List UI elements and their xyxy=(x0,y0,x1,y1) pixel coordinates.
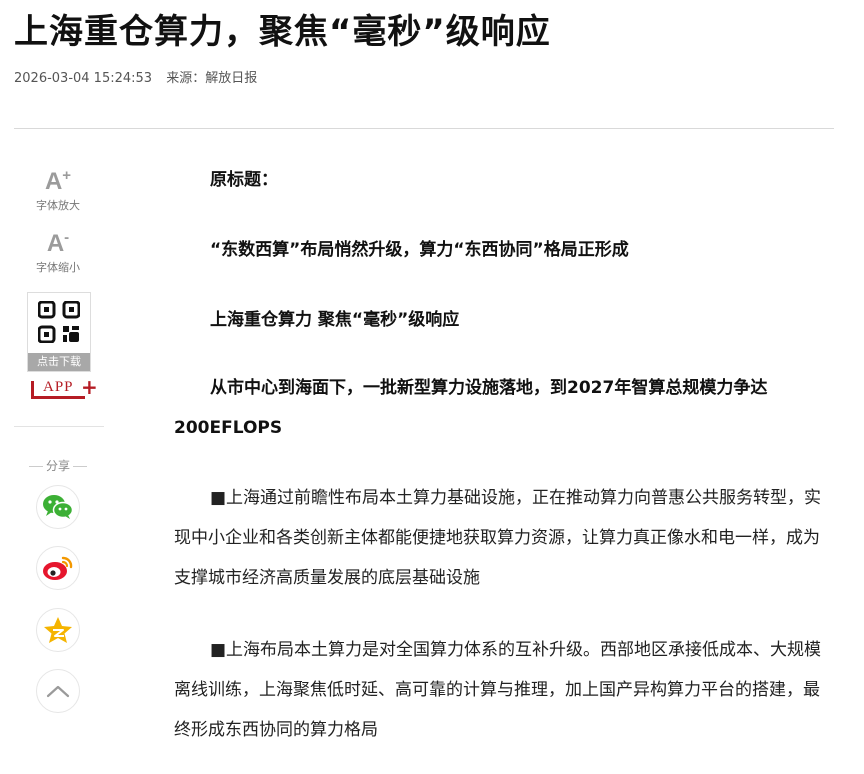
share-qzone-button[interactable] xyxy=(36,608,80,652)
wechat-icon xyxy=(43,495,74,519)
article-meta: 2026-03-04 15:24:53 来源：解放日报 xyxy=(14,67,257,86)
font-increase-icon: A+ xyxy=(44,167,72,195)
chevron-up-icon xyxy=(46,685,70,698)
font-increase-button[interactable]: A+ 字体放大 xyxy=(30,163,86,213)
app-download-qr[interactable]: 点击下载 xyxy=(27,292,91,372)
toolbar-divider xyxy=(14,426,104,427)
summary-paragraph: ■上海通过前瞻性布局本土算力基础设施，正在推动算力向普惠公共服务转型，实现中小企… xyxy=(174,488,822,588)
app-badge-label: APP xyxy=(43,379,74,395)
subtitle: 上海重仓算力 聚焦“毫秒”级响应 xyxy=(210,310,460,330)
qr-download-label: 点击下载 xyxy=(28,353,90,371)
share-weibo-button[interactable] xyxy=(36,546,80,590)
publish-datetime: 2026-03-04 15:24:53 xyxy=(14,71,153,86)
app-badge[interactable]: APP + xyxy=(31,375,98,402)
share-wechat-button[interactable] xyxy=(36,485,80,529)
article-source: 来源：解放日报 xyxy=(166,71,258,86)
font-increase-label: 字体放大 xyxy=(36,199,80,212)
font-decrease-label: 字体缩小 xyxy=(36,261,80,274)
font-decrease-button[interactable]: A- 字体缩小 xyxy=(30,225,86,275)
qr-code-icon xyxy=(38,301,80,343)
title-divider xyxy=(14,128,834,129)
summary-paragraph: ■上海布局本土算力是对全国算力体系的互补升级。西部地区承接低成本、大规模离线训练… xyxy=(174,640,822,740)
share-heading: 分享 xyxy=(22,457,94,474)
article-title: 上海重仓算力，聚焦“毫秒”级响应 xyxy=(14,12,551,52)
plus-icon: + xyxy=(81,375,98,399)
original-title: “东数西算”布局悄然升级，算力“东西协同”格局正形成 xyxy=(210,240,629,260)
back-to-top-button[interactable] xyxy=(36,669,80,713)
qzone-star-icon xyxy=(44,617,72,643)
original-title-label: 原标题： xyxy=(210,170,278,190)
font-decrease-icon: A- xyxy=(46,229,70,257)
weibo-icon xyxy=(43,556,73,580)
lead-headline: 从市中心到海面下，一批新型算力设施落地，到2027年智算总规模力争达200EFL… xyxy=(174,378,768,438)
